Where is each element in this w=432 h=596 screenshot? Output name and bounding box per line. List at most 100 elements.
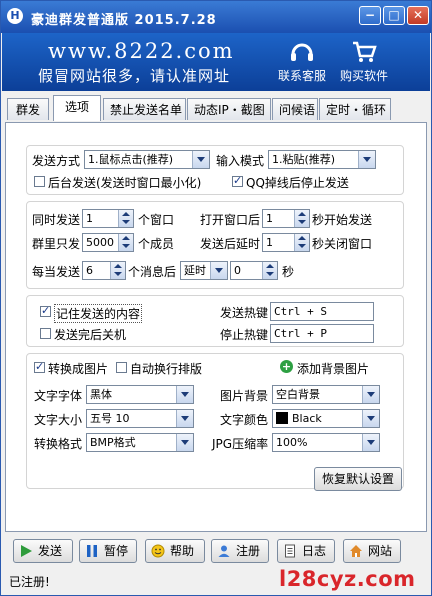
spin-arrows-icon[interactable]: [110, 262, 125, 279]
jpg-compression-value: 100%: [276, 436, 308, 449]
stop-hotkey-label: 停止热键: [220, 328, 269, 342]
send-hotkey-label: 发送热键: [220, 306, 269, 320]
delay-unit: 秒: [282, 265, 295, 279]
delay-spinner[interactable]: 0: [230, 261, 278, 280]
auto-wrap-label: 自动换行排版: [130, 362, 203, 376]
delay-mode-value: 延时: [184, 264, 206, 277]
format-select[interactable]: BMP格式: [86, 433, 194, 452]
main-window: H 豪迪群发普通版 2015.7.28 − □ ✕ www.8222.com 假…: [0, 0, 432, 596]
spin-arrows-icon[interactable]: [118, 210, 133, 227]
members-label: 群里只发: [32, 237, 81, 251]
convert-image-checkbox[interactable]: [34, 360, 45, 373]
text-color-label: 文字颜色: [220, 413, 269, 427]
smiley-icon: [151, 544, 165, 558]
qq-stop-label: QQ掉线后停止发送: [246, 176, 349, 190]
font-size-label: 文字大小: [34, 413, 83, 427]
tab-schedule[interactable]: 定时・循环: [319, 98, 391, 120]
members-value: 5000: [86, 236, 114, 249]
buy-software-button[interactable]: 购买软件: [336, 39, 392, 84]
minimize-button[interactable]: −: [359, 6, 381, 25]
title-bar[interactable]: H 豪迪群发普通版 2015.7.28 − □ ✕: [1, 1, 431, 33]
simultaneous-unit: 个窗口: [138, 213, 175, 227]
auto-wrap-checkbox[interactable]: [116, 362, 127, 373]
format-label: 转换格式: [34, 437, 83, 451]
input-mode-label: 输入模式: [216, 154, 265, 168]
send-method-select[interactable]: 1.鼠标点击(推荐): [84, 150, 210, 169]
chevron-down-icon: [210, 262, 227, 279]
close-button[interactable]: ✕: [407, 6, 429, 25]
banner: www.8222.com 假冒网站很多，请认准网址 联系客服 购买软件: [2, 33, 430, 91]
register-button-label: 注册: [236, 544, 261, 558]
open-window-spinner[interactable]: 1: [262, 209, 310, 228]
background-send-label: 后台发送(发送时窗口最小化): [48, 176, 202, 190]
spin-arrows-icon[interactable]: [118, 234, 133, 251]
send-hotkey-field[interactable]: Ctrl + S: [270, 302, 374, 321]
image-bg-value: 空白背景: [276, 388, 320, 401]
cart-icon: [353, 41, 377, 62]
delay-mode-select[interactable]: 延时: [180, 261, 228, 280]
tab-greetings[interactable]: 问候语: [272, 98, 318, 120]
close-delay-spinner[interactable]: 1: [262, 233, 310, 252]
simultaneous-spinner[interactable]: 1: [82, 209, 134, 228]
restore-defaults-button[interactable]: 恢复默认设置: [314, 467, 402, 491]
chevron-down-icon: [362, 386, 379, 403]
tab-mass-send[interactable]: 群发: [7, 98, 49, 120]
every-send-spinner[interactable]: 6: [82, 261, 126, 280]
background-send-checkbox[interactable]: [34, 176, 45, 187]
chevron-down-icon: [192, 151, 209, 168]
help-button-label: 帮助: [170, 544, 195, 558]
spin-arrows-icon[interactable]: [294, 210, 309, 227]
chevron-down-icon: [362, 410, 379, 427]
shutdown-checkbox[interactable]: [40, 328, 51, 339]
shutdown-label: 发送完后关机: [54, 328, 127, 342]
contact-support-button[interactable]: 联系客服: [274, 39, 330, 84]
maximize-button[interactable]: □: [383, 6, 405, 25]
close-delay-value: 1: [266, 236, 273, 249]
format-value: BMP格式: [90, 436, 136, 449]
open-window-value: 1: [266, 212, 273, 225]
site-slogan: 假冒网站很多，请认准网址: [38, 67, 231, 85]
close-delay-unit: 秒关闭窗口: [312, 237, 373, 251]
log-button[interactable]: 日志: [277, 539, 335, 563]
font-size-value: 五号 10: [90, 412, 130, 425]
help-button[interactable]: 帮助: [145, 539, 205, 563]
website-button-label: 网站: [368, 544, 393, 558]
jpg-compression-select[interactable]: 100%: [272, 433, 380, 452]
add-icon[interactable]: +: [280, 360, 293, 373]
tab-blocklist[interactable]: 禁止发送名单: [103, 98, 186, 120]
members-unit: 个成员: [138, 237, 175, 251]
headset-icon: [291, 43, 313, 61]
spin-arrows-icon[interactable]: [262, 262, 277, 279]
font-select[interactable]: 黑体: [86, 385, 194, 404]
app-icon: H: [7, 8, 23, 24]
remember-content-checkbox[interactable]: [40, 304, 51, 317]
send-method-label: 发送方式: [32, 154, 81, 168]
pause-button[interactable]: 暂停: [79, 539, 137, 563]
register-button[interactable]: 注册: [211, 539, 269, 563]
text-color-select[interactable]: Black: [272, 409, 380, 428]
contact-support-label: 联系客服: [277, 69, 326, 83]
website-button[interactable]: 网站: [343, 539, 401, 563]
tab-options[interactable]: 选项: [53, 95, 101, 121]
user-icon: [218, 545, 230, 557]
qq-stop-checkbox[interactable]: [232, 174, 243, 187]
image-bg-select[interactable]: 空白背景: [272, 385, 380, 404]
tab-dynamic-ip[interactable]: 动态IP・截图: [187, 98, 271, 120]
input-mode-select[interactable]: 1.粘贴(推荐): [268, 150, 376, 169]
input-mode-value: 1.粘贴(推荐): [272, 153, 336, 166]
chevron-down-icon: [176, 434, 193, 451]
send-button[interactable]: 发送: [13, 539, 73, 563]
font-size-select[interactable]: 五号 10: [86, 409, 194, 428]
document-icon: [285, 544, 295, 558]
image-bg-label: 图片背景: [220, 389, 269, 403]
stop-hotkey-field[interactable]: Ctrl + P: [270, 324, 374, 343]
site-url[interactable]: www.8222.com: [48, 39, 235, 63]
pause-button-label: 暂停: [104, 544, 129, 558]
spin-arrows-icon[interactable]: [294, 234, 309, 251]
play-icon: [21, 545, 32, 557]
members-spinner[interactable]: 5000: [82, 233, 134, 252]
log-button-label: 日志: [302, 544, 327, 558]
tab-bar: 群发 选项 禁止发送名单 动态IP・截图 问候语 定时・循环: [1, 95, 431, 123]
add-background-button[interactable]: 添加背景图片: [297, 360, 369, 377]
every-send-unit: 个消息后: [128, 265, 177, 279]
